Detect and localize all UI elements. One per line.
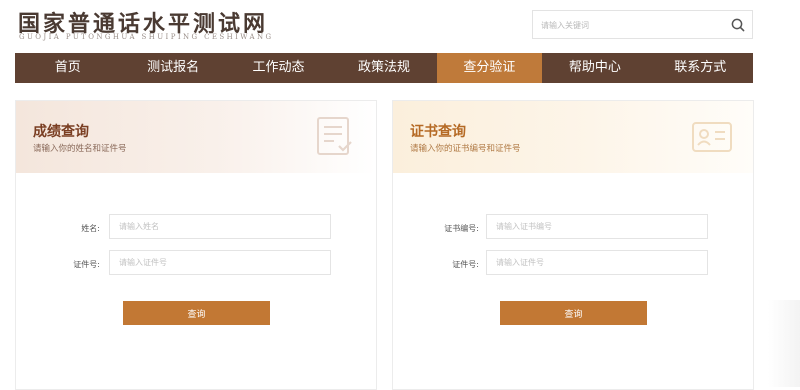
search-box [532, 10, 753, 39]
nav-item-score-verification[interactable]: 查分验证 [436, 53, 543, 83]
nav-item-policies[interactable]: 政策法规 [331, 53, 436, 83]
nav-item-registration[interactable]: 测试报名 [120, 53, 225, 83]
id-number-label: 证件号: [73, 260, 100, 269]
score-query-title: 成绩查询 [33, 124, 89, 140]
score-query-header: 成绩查询 请输入你的姓名和证件号 [16, 101, 376, 173]
score-query-panel: 成绩查询 请输入你的姓名和证件号 姓名: 证件号: 查询 [15, 100, 377, 390]
id-card-icon [691, 115, 733, 157]
search-icon[interactable] [730, 17, 746, 33]
certificate-query-description: 请输入你的证书编号和证件号 [410, 144, 521, 154]
nav-item-home[interactable]: 首页 [15, 53, 120, 83]
nav-item-help[interactable]: 帮助中心 [542, 53, 647, 83]
nav-item-news[interactable]: 工作动态 [226, 53, 331, 83]
certificate-query-title: 证书查询 [410, 124, 466, 140]
certificate-id-number-input[interactable] [486, 250, 708, 275]
site-header: 国家普通话水平测试网 GUOJIA PUTONGHUA SHUIPING CES… [0, 0, 800, 52]
id-number-input[interactable] [109, 250, 331, 275]
side-shadow [768, 300, 800, 387]
certificate-query-button[interactable]: 查询 [500, 301, 647, 325]
certificate-number-label: 证书编号: [444, 224, 479, 233]
certificate-id-number-label: 证件号: [452, 260, 479, 269]
search-input[interactable] [541, 16, 721, 34]
site-subtitle: GUOJIA PUTONGHUA SHUIPING CESHIWANG [19, 33, 274, 41]
main-nav: 首页 测试报名 工作动态 政策法规 查分验证 帮助中心 联系方式 [15, 53, 753, 83]
certificate-query-panel: 证书查询 请输入你的证书编号和证件号 证书编号: 证件号: 查询 [392, 100, 754, 390]
certificate-query-header: 证书查询 请输入你的证书编号和证件号 [393, 101, 753, 173]
name-input[interactable] [109, 214, 331, 239]
score-query-description: 请输入你的姓名和证件号 [33, 144, 127, 154]
nav-item-contact[interactable]: 联系方式 [648, 53, 753, 83]
score-query-button[interactable]: 查询 [123, 301, 270, 325]
certificate-number-input[interactable] [486, 214, 708, 239]
document-check-icon [314, 115, 356, 157]
name-label: 姓名: [81, 224, 100, 233]
